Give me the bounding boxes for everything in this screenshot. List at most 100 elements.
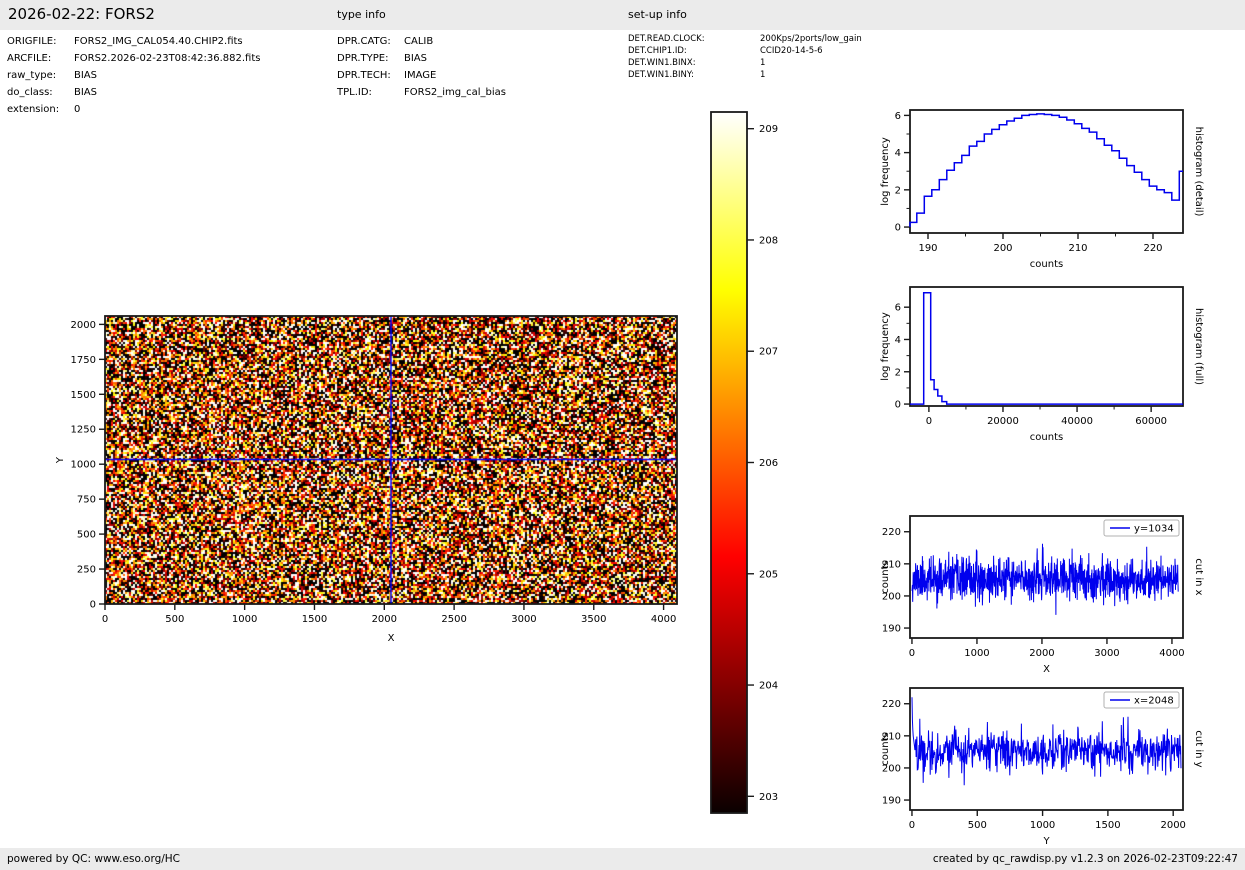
svg-text:histogram (full): histogram (full) — [1193, 308, 1204, 385]
svg-text:6: 6 — [895, 303, 901, 314]
meta-label: DET.WIN1.BINX: — [628, 58, 696, 68]
setup-info-header: set-up info — [628, 8, 687, 21]
meta-label: DPR.CATG: — [337, 36, 391, 47]
svg-text:220: 220 — [882, 527, 901, 538]
svg-text:0: 0 — [926, 416, 932, 427]
svg-text:counts: counts — [880, 732, 891, 765]
raw-image-heatmap — [105, 316, 677, 604]
svg-text:0: 0 — [90, 600, 96, 611]
meta-row: ORIGFILE: FORS2_IMG_CAL054.40.CHIP2.fits — [7, 33, 260, 50]
meta-label: DET.WIN1.BINY: — [628, 70, 694, 80]
svg-text:2500: 2500 — [441, 614, 466, 625]
svg-text:Y: Y — [1042, 836, 1050, 847]
svg-text:200: 200 — [993, 243, 1012, 254]
svg-text:0: 0 — [909, 820, 915, 831]
footer-right: created by qc_rawdisp.py v1.2.3 on 2026-… — [932, 853, 1238, 865]
svg-text:20000: 20000 — [987, 416, 1019, 427]
svg-text:cut in x: cut in x — [1193, 558, 1204, 595]
svg-text:200: 200 — [882, 763, 901, 774]
svg-text:X: X — [388, 633, 395, 644]
meta-value: BIAS — [74, 70, 97, 81]
meta-value: 200Kps/2ports/low_gain — [760, 34, 862, 44]
svg-text:0: 0 — [909, 648, 915, 659]
meta-row: DPR.TYPE: BIAS — [337, 50, 506, 67]
svg-text:250: 250 — [77, 565, 96, 576]
svg-text:220: 220 — [1143, 243, 1162, 254]
type-info-header: type info — [337, 8, 386, 21]
svg-text:4000: 4000 — [1159, 648, 1184, 659]
meta-label: raw_type: — [7, 70, 57, 81]
meta-label: ORIGFILE: — [7, 36, 57, 47]
svg-text:2: 2 — [895, 367, 901, 378]
footer-left: powered by QC: www.eso.org/HC — [7, 853, 181, 865]
meta-row: raw_type: BIAS — [7, 67, 260, 84]
svg-text:220: 220 — [882, 699, 901, 710]
plot-histogram_full: 0 20000 40000 60000 0 2 4 6 log frequency counts h… — [880, 286, 1204, 443]
meta-value: CALIB — [404, 36, 434, 47]
meta-row: DPR.CATG: CALIB — [337, 33, 506, 50]
svg-text:cut in y: cut in y — [1193, 730, 1204, 767]
svg-text:1250: 1250 — [71, 425, 96, 436]
svg-text:3500: 3500 — [581, 614, 606, 625]
svg-text:190: 190 — [882, 624, 901, 635]
meta-label: ARCFILE: — [7, 53, 52, 64]
meta-label: DPR.TECH: — [337, 70, 391, 81]
svg-text:6: 6 — [895, 111, 901, 122]
svg-text:histogram (detail): histogram (detail) — [1193, 127, 1204, 217]
svg-text:1500: 1500 — [1095, 820, 1120, 831]
meta-row: do_class: BIAS — [7, 84, 260, 101]
meta-value: FORS2_img_cal_bias — [404, 87, 507, 98]
svg-text:1000: 1000 — [964, 648, 989, 659]
svg-text:2: 2 — [895, 185, 901, 196]
meta-row: extension: 0 — [7, 101, 260, 118]
svg-text:3000: 3000 — [511, 614, 536, 625]
meta-row: DPR.TECH: IMAGE — [337, 67, 506, 84]
meta-value: 1 — [760, 58, 766, 68]
svg-text:2000: 2000 — [1160, 820, 1185, 831]
meta-value: BIAS — [74, 87, 97, 98]
svg-text:Y: Y — [55, 456, 66, 464]
svg-text:y=1034: y=1034 — [1134, 524, 1174, 535]
svg-text:206: 206 — [759, 458, 778, 469]
svg-text:4: 4 — [895, 335, 901, 346]
plot-histogram_detail: 190 200 210 220 0 2 4 6 log frequency counts histo… — [880, 109, 1204, 270]
meta-value: IMAGE — [404, 70, 437, 81]
svg-text:190: 190 — [918, 243, 937, 254]
svg-text:500: 500 — [968, 820, 987, 831]
svg-text:500: 500 — [165, 614, 184, 625]
svg-text:210: 210 — [882, 559, 901, 570]
svg-text:1500: 1500 — [71, 390, 96, 401]
svg-text:4000: 4000 — [651, 614, 676, 625]
svg-text:1000: 1000 — [1030, 820, 1055, 831]
meta-value: 0 — [74, 104, 81, 115]
meta-value: BIAS — [404, 53, 427, 64]
svg-text:counts: counts — [880, 560, 891, 593]
svg-text:750: 750 — [77, 495, 96, 506]
svg-text:205: 205 — [759, 569, 778, 580]
svg-text:counts: counts — [1030, 432, 1063, 443]
meta-value: FORS2_IMG_CAL054.40.CHIP2.fits — [74, 36, 243, 47]
meta-label: TPL.ID: — [337, 87, 372, 98]
svg-text:0: 0 — [895, 223, 901, 234]
svg-text:1500: 1500 — [302, 614, 327, 625]
svg-text:209: 209 — [759, 124, 778, 135]
svg-text:4: 4 — [895, 148, 901, 159]
footer: powered by QC: www.eso.org/HC created by… — [0, 848, 1245, 870]
svg-text:3000: 3000 — [1094, 648, 1119, 659]
svg-text:1000: 1000 — [71, 460, 96, 471]
meta-row: DET.WIN1.BINX: 1 — [628, 57, 862, 69]
svg-text:204: 204 — [759, 681, 778, 692]
meta-row: ARCFILE: FORS2.2026-02-23T08:42:36.882.fi… — [7, 50, 260, 67]
svg-text:0: 0 — [102, 614, 108, 625]
svg-text:190: 190 — [882, 796, 901, 807]
meta-label: DET.READ.CLOCK: — [628, 34, 705, 44]
svg-text:log frequency: log frequency — [880, 137, 891, 206]
svg-text:210: 210 — [882, 731, 901, 742]
type-info-block: DPR.CATG: CALIB DPR.TYPE: BIAS DPR.TECH: IMAG… — [337, 33, 506, 101]
meta-value: 1 — [760, 70, 766, 80]
svg-text:log frequency: log frequency — [880, 312, 891, 381]
svg-text:counts: counts — [1030, 259, 1063, 270]
svg-text:2000: 2000 — [71, 320, 96, 331]
svg-text:500: 500 — [77, 530, 96, 541]
plot-cut_in_y: 0 500 1000 1500 2000 190 200 210 220 counts Ycut i… — [880, 687, 1204, 847]
